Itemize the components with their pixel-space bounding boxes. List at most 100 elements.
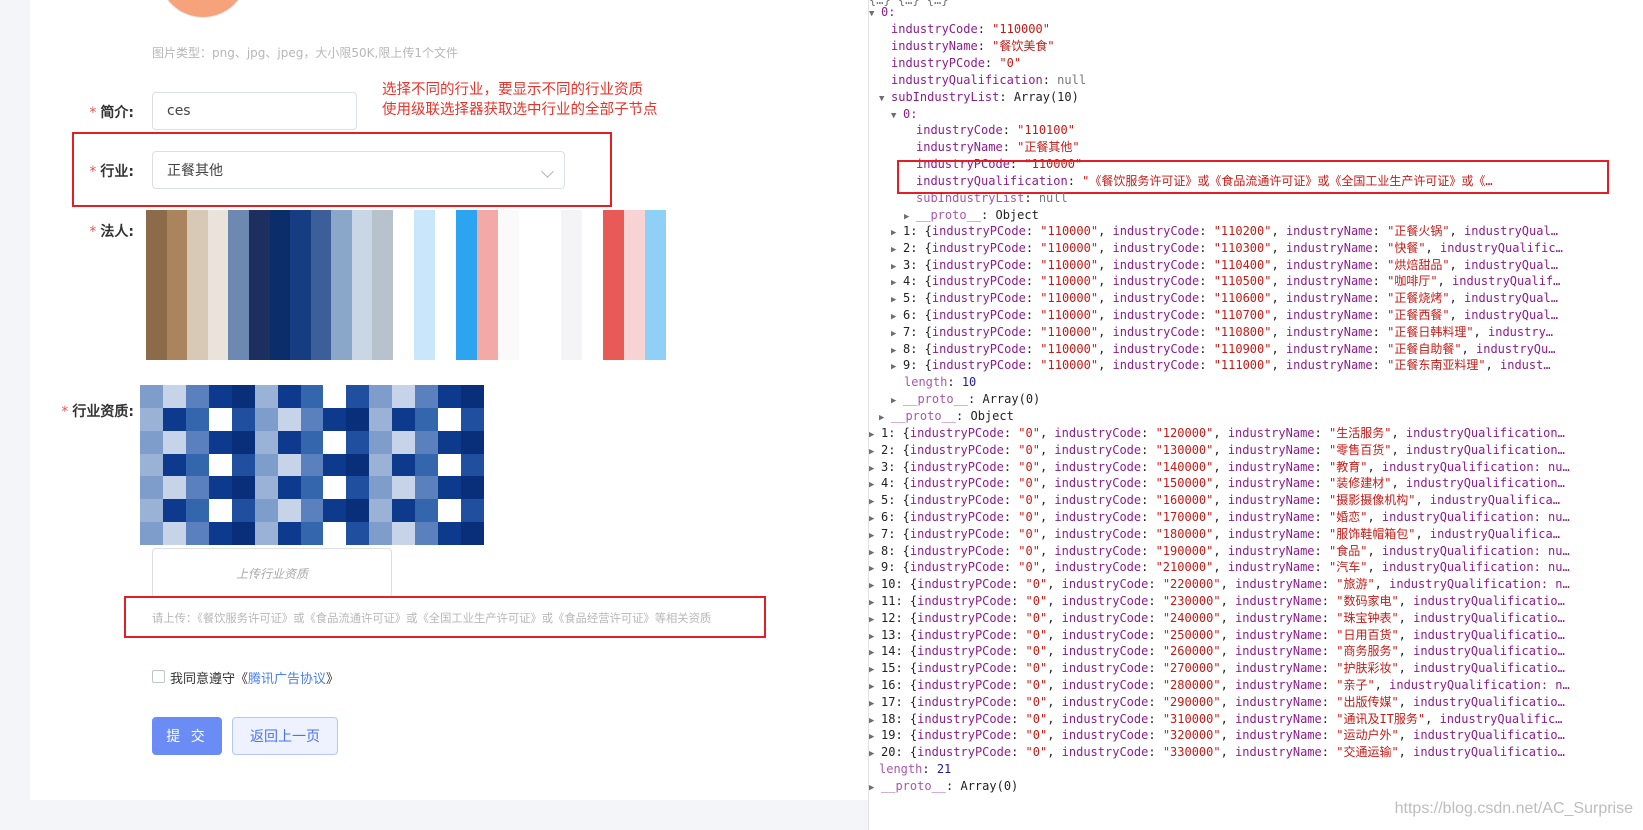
collapsed-triangle-icon[interactable]: ▶ [869, 477, 881, 492]
expanded-triangle-icon[interactable]: ▼ [891, 108, 903, 123]
collapsed-triangle-icon[interactable]: ▶ [869, 561, 881, 576]
industry-row[interactable]: ▶ 9: {industryPCode: "0", industryCode: "… [869, 559, 1643, 576]
sub-industry-row[interactable]: ▶ 8: {industryPCode: "110000", industryCo… [891, 341, 1643, 358]
collapsed-triangle-icon[interactable]: ▶ [869, 679, 881, 694]
sub0-index: 0: [903, 107, 918, 121]
sub-proto[interactable]: ▶ __proto__: Array(0) [891, 391, 1040, 408]
sub-industry-row[interactable]: ▶ 6: {industryPCode: "110000", industryCo… [891, 307, 1643, 324]
industry-row[interactable]: ▶ 11: {industryPCode: "0", industryCode: … [869, 593, 1643, 610]
industry-row[interactable]: ▶ 17: {industryPCode: "0", industryCode: … [869, 694, 1643, 711]
sub-industry-row[interactable]: ▶ 3: {industryPCode: "110000", industryCo… [891, 257, 1643, 274]
sub-industry-row[interactable]: ▶ 5: {industryPCode: "110000", industryCo… [891, 290, 1643, 307]
industry-row[interactable]: ▶ 5: {industryPCode: "0", industryCode: "… [869, 492, 1643, 509]
collapsed-triangle-icon[interactable]: ▶ [891, 292, 903, 307]
row-tail: industryQual… [1464, 308, 1558, 322]
agree-checkbox[interactable] [152, 670, 165, 683]
sub0-header[interactable]: ▼ 0: [891, 106, 917, 123]
row-tail: industryQualification… [1405, 426, 1565, 440]
collapsed-triangle-icon[interactable]: ▶ [904, 209, 916, 224]
industry-row[interactable]: ▶ 8: {industryPCode: "0", industryCode: "… [869, 543, 1643, 560]
industry-row[interactable]: ▶ 4: {industryPCode: "0", industryCode: "… [869, 475, 1643, 492]
item0-header[interactable]: ▼ 0: [869, 4, 895, 21]
expanded-triangle-icon[interactable]: ▼ [879, 91, 891, 106]
industry-row[interactable]: ▶ 16: {industryPCode: "0", industryCode: … [869, 677, 1643, 694]
intro-input[interactable]: ces [152, 92, 357, 130]
row-index: 19: [881, 728, 903, 743]
avatar-image[interactable] [158, 0, 248, 18]
sub-industry-row[interactable]: ▶ 4: {industryPCode: "110000", industryCo… [891, 273, 1643, 290]
row-code: "190000" [1155, 543, 1214, 558]
industry-row[interactable]: ▶ 14: {industryPCode: "0", industryCode: … [869, 643, 1643, 660]
sub0-proto[interactable]: ▶ __proto__: Object [904, 207, 1039, 224]
industry-row[interactable]: ▶ 1: {industryPCode: "0", industryCode: "… [869, 425, 1643, 442]
expanded-triangle-icon[interactable]: ▼ [869, 6, 881, 21]
industry-row[interactable]: ▶ 18: {industryPCode: "0", industryCode: … [869, 711, 1643, 728]
row-tail: industryQualificatio… [1413, 745, 1565, 760]
collapsed-triangle-icon[interactable]: ▶ [891, 359, 903, 374]
industry-row[interactable]: ▶ 10: {industryPCode: "0", industryCode: … [869, 576, 1643, 593]
legal-person-label-text: 法人: [100, 224, 134, 240]
collapsed-triangle-icon[interactable]: ▶ [869, 545, 881, 560]
item0-proto[interactable]: ▶ __proto__: Object [879, 408, 1014, 425]
collapsed-triangle-icon[interactable]: ▶ [869, 645, 881, 660]
collapsed-triangle-icon[interactable]: ▶ [891, 393, 903, 408]
row-code: "230000" [1162, 594, 1221, 608]
collapsed-triangle-icon[interactable]: ▶ [891, 275, 903, 290]
sub-industry-row[interactable]: ▶ 2: {industryPCode: "110000", industryCo… [891, 240, 1643, 257]
collapsed-triangle-icon[interactable]: ▶ [869, 629, 881, 644]
industry-row[interactable]: ▶ 7: {industryPCode: "0", industryCode: "… [869, 526, 1643, 543]
collapsed-triangle-icon[interactable]: ▶ [869, 729, 881, 744]
collapsed-triangle-icon[interactable]: ▶ [869, 662, 881, 677]
collapsed-triangle-icon[interactable]: ▶ [891, 326, 903, 341]
list-proto[interactable]: ▶ __proto__: Array(0) [869, 778, 1018, 795]
collapsed-triangle-icon[interactable]: ▶ [869, 780, 881, 795]
qualification-label: * 行业资质: [0, 401, 134, 421]
collapsed-triangle-icon[interactable]: ▶ [869, 461, 881, 476]
collapsed-triangle-icon[interactable]: ▶ [891, 259, 903, 274]
collapsed-triangle-icon[interactable]: ▶ [869, 494, 881, 509]
collapsed-triangle-icon[interactable]: ▶ [891, 343, 903, 358]
industry-row[interactable]: ▶ 3: {industryPCode: "0", industryCode: "… [869, 459, 1643, 476]
submit-button[interactable]: 提 交 [152, 717, 222, 755]
collapsed-triangle-icon[interactable]: ▶ [891, 309, 903, 324]
collapsed-triangle-icon[interactable]: ▶ [869, 696, 881, 711]
row-name: "汽车" [1328, 560, 1368, 575]
collapsed-triangle-icon[interactable]: ▶ [869, 511, 881, 526]
industry-row[interactable]: ▶ 2: {industryPCode: "0", industryCode: "… [869, 442, 1643, 459]
industry-row[interactable]: ▶ 19: {industryPCode: "0", industryCode: … [869, 727, 1643, 744]
industry-row[interactable]: ▶ 13: {industryPCode: "0", industryCode: … [869, 627, 1643, 644]
row-tail: industryQualificatio… [1413, 728, 1565, 743]
sub-industry-row[interactable]: ▶ 9: {industryPCode: "110000", industryCo… [891, 357, 1643, 374]
sub0-code: industryCode: "110100" [916, 123, 1075, 137]
item0-sublist[interactable]: ▼ subIndustryList: Array(10) [879, 89, 1079, 106]
row-name: "食品" [1328, 543, 1368, 558]
sub-industry-row[interactable]: ▶ 1: {industryPCode: "110000", industryCo… [891, 223, 1643, 240]
row-name: "出版传媒" [1336, 694, 1399, 709]
collapsed-triangle-icon[interactable]: ▶ [891, 225, 903, 240]
collapsed-triangle-icon[interactable]: ▶ [869, 612, 881, 627]
row-pcode: "110000" [1040, 224, 1099, 238]
industry-cascader[interactable]: 正餐其他 [152, 151, 565, 189]
row-index: 7: [903, 324, 918, 339]
collapsed-triangle-icon[interactable]: ▶ [869, 578, 881, 593]
collapsed-triangle-icon[interactable]: ▶ [869, 713, 881, 728]
ad-agreement-link[interactable]: 腾讯广告协议 [248, 672, 326, 687]
row-index: 2: [903, 240, 918, 255]
collapsed-triangle-icon[interactable]: ▶ [891, 242, 903, 257]
collapsed-triangle-icon[interactable]: ▶ [869, 528, 881, 543]
industry-row[interactable]: ▶ 6: {industryPCode: "0", industryCode: "… [869, 509, 1643, 526]
industry-row[interactable]: ▶ 15: {industryPCode: "0", industryCode: … [869, 660, 1643, 677]
industry-row[interactable]: ▶ 12: {industryPCode: "0", industryCode: … [869, 610, 1643, 627]
sub-industry-row[interactable]: ▶ 7: {industryPCode: "110000", industryCo… [891, 324, 1643, 341]
collapsed-triangle-icon[interactable]: ▶ [869, 595, 881, 610]
row-code: "130000" [1155, 442, 1214, 457]
collapsed-triangle-icon[interactable]: ▶ [869, 746, 881, 761]
required-mark: * [61, 404, 69, 420]
upload-qualification-button[interactable]: 上传行业资质 [152, 548, 392, 598]
collapsed-triangle-icon[interactable]: ▶ [869, 427, 881, 442]
item0-code: industryCode: "110000" [891, 22, 1050, 36]
collapsed-triangle-icon[interactable]: ▶ [869, 444, 881, 459]
back-button[interactable]: 返回上一页 [232, 717, 338, 755]
industry-row[interactable]: ▶ 20: {industryPCode: "0", industryCode: … [869, 744, 1643, 761]
collapsed-triangle-icon[interactable]: ▶ [879, 410, 891, 425]
